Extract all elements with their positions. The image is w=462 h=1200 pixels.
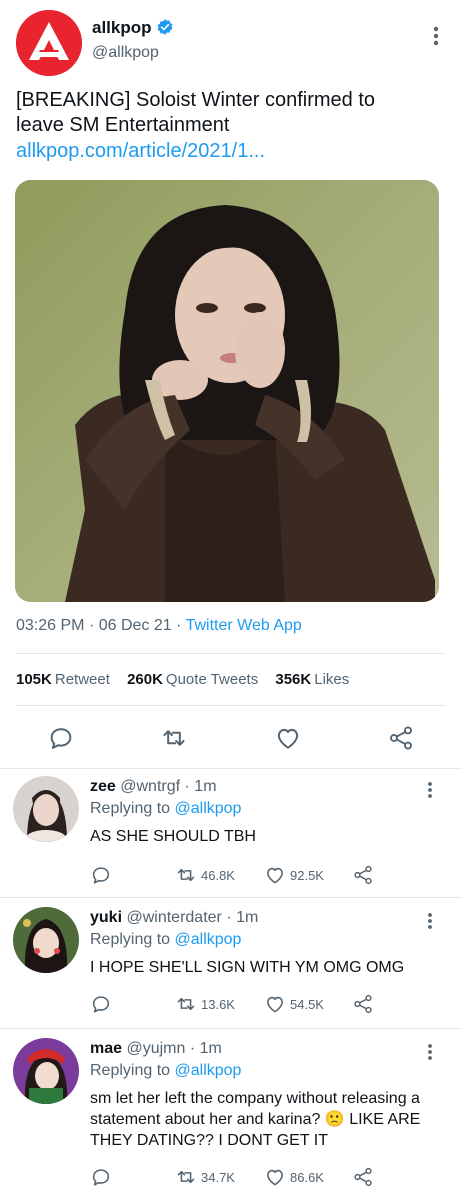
reply-handle[interactable]: @winterdater — [126, 909, 221, 926]
retweet-count: 105K — [16, 671, 52, 688]
more-vertical-icon[interactable] — [426, 24, 446, 48]
author-name-text[interactable]: allkpop — [92, 18, 152, 37]
retweet-button[interactable]: 46.8K — [175, 864, 245, 888]
replying-to-link[interactable]: @allkpop — [175, 1062, 242, 1079]
avatar[interactable] — [13, 1038, 79, 1104]
reply-text: AS SHE SHOULD TBH — [90, 828, 256, 845]
divider — [0, 768, 462, 769]
retweet-icon — [177, 997, 195, 1011]
replying-label: Replying to — [90, 800, 171, 817]
reply-author[interactable]: yuki @winterdater · 1m — [90, 909, 258, 927]
retweet-label: Retweet — [54, 671, 110, 688]
like-button[interactable]: 86.6K — [264, 1166, 334, 1190]
tweet-header: allkpop @allkpop — [16, 10, 446, 80]
reply-age: · 1m — [189, 1040, 222, 1057]
quote-label: Quote Tweets — [165, 671, 259, 688]
like-icon — [267, 996, 283, 1013]
tweet-stats: 105K Retweet 260K Quote Tweets 356K Likes — [16, 671, 362, 688]
retweet-icon — [177, 868, 195, 882]
likes-count: 356K — [275, 671, 312, 688]
reply-tweet[interactable]: mae @yujmn · 1m Replying to @allkpop sm … — [0, 1038, 462, 1200]
replying-label: Replying to — [90, 931, 171, 948]
reply-icon[interactable] — [90, 1166, 114, 1190]
meta-separator: · — [88, 617, 95, 634]
like-count: 92.5K — [290, 868, 324, 883]
tweet-time[interactable]: 03:26 PM — [16, 617, 84, 634]
like-button[interactable]: 92.5K — [264, 864, 334, 888]
more-vertical-icon[interactable] — [422, 1042, 438, 1062]
replying-to: Replying to @allkpop — [90, 1062, 241, 1080]
reply-handle[interactable]: @yujmn — [126, 1040, 185, 1057]
tweet-photo[interactable] — [15, 180, 439, 602]
tweet-link[interactable]: allkpop.com/article/2021/1... — [16, 140, 265, 163]
retweet-count: 13.6K — [201, 997, 235, 1012]
retweet-icon — [177, 1170, 195, 1184]
reply-text: sm let her left the company without rele… — [90, 1090, 421, 1149]
verified-badge-icon — [156, 18, 174, 41]
more-vertical-icon[interactable] — [422, 911, 438, 931]
replying-to-link[interactable]: @allkpop — [175, 931, 242, 948]
retweet-count: 34.7K — [201, 1170, 235, 1185]
reply-tweet[interactable]: yuki @winterdater · 1m Replying to @allk… — [0, 907, 462, 1027]
reply-tweet[interactable]: zee @wntrgf · 1m Replying to @allkpop AS… — [0, 776, 462, 896]
like-count: 54.5K — [290, 997, 324, 1012]
tweet-text: [BREAKING] Soloist Winter confirmed to l… — [16, 89, 376, 136]
share-icon[interactable] — [352, 864, 376, 888]
reply-age: · 1m — [226, 909, 259, 926]
like-icon[interactable] — [274, 724, 302, 752]
reply-age: · 1m — [184, 778, 217, 795]
author-handle[interactable]: @allkpop — [92, 44, 159, 62]
reply-author[interactable]: mae @yujmn · 1m — [90, 1040, 222, 1058]
reply-text: I HOPE SHE'LL SIGN WITH YM OMG OMG — [90, 959, 405, 976]
likes-label: Likes — [314, 671, 350, 688]
reply-author[interactable]: zee @wntrgf · 1m — [90, 778, 217, 796]
replying-label: Replying to — [90, 1062, 171, 1079]
like-icon — [267, 1169, 283, 1186]
replying-to: Replying to @allkpop — [90, 931, 241, 949]
like-button[interactable]: 54.5K — [264, 993, 334, 1017]
reply-icon[interactable] — [47, 724, 75, 752]
reply-icon[interactable] — [90, 993, 114, 1017]
reply-name[interactable]: yuki — [90, 909, 122, 926]
tweet-source[interactable]: Twitter Web App — [186, 617, 302, 634]
quote-count: 260K — [127, 671, 163, 688]
allkpop-avatar[interactable] — [16, 10, 82, 76]
like-count: 86.6K — [290, 1170, 324, 1185]
avatar[interactable] — [13, 776, 79, 842]
reply-handle[interactable]: @wntrgf — [120, 778, 180, 795]
meta-separator: · — [176, 617, 182, 634]
divider — [16, 705, 446, 706]
replying-to: Replying to @allkpop — [90, 800, 241, 818]
retweet-count: 46.8K — [201, 868, 235, 883]
more-vertical-icon[interactable] — [422, 780, 438, 800]
tweet-timestamp: 03:26 PM · 06 Dec 21 · Twitter Web App — [16, 617, 302, 635]
retweet-stat[interactable]: 105K Retweet — [16, 671, 110, 688]
avatar[interactable] — [13, 907, 79, 973]
likes-stat[interactable]: 356K Likes — [275, 671, 349, 688]
reply-icon[interactable] — [90, 864, 114, 888]
divider — [0, 897, 462, 898]
replying-to-link[interactable]: @allkpop — [175, 800, 242, 817]
tweet-date[interactable]: 06 Dec 21 — [99, 617, 172, 634]
divider — [0, 1028, 462, 1029]
reply-name[interactable]: mae — [90, 1040, 122, 1057]
author-name[interactable]: allkpop — [92, 18, 174, 41]
like-icon — [267, 867, 283, 884]
share-icon[interactable] — [352, 1166, 376, 1190]
retweet-icon[interactable] — [160, 724, 188, 752]
share-icon[interactable] — [387, 724, 415, 752]
divider — [16, 653, 446, 654]
reply-name[interactable]: zee — [90, 778, 116, 795]
retweet-button[interactable]: 34.7K — [175, 1166, 245, 1190]
retweet-button[interactable]: 13.6K — [175, 993, 245, 1017]
tweet-actions — [0, 720, 462, 756]
share-icon[interactable] — [352, 993, 376, 1017]
quote-tweets-stat[interactable]: 260K Quote Tweets — [127, 671, 258, 688]
